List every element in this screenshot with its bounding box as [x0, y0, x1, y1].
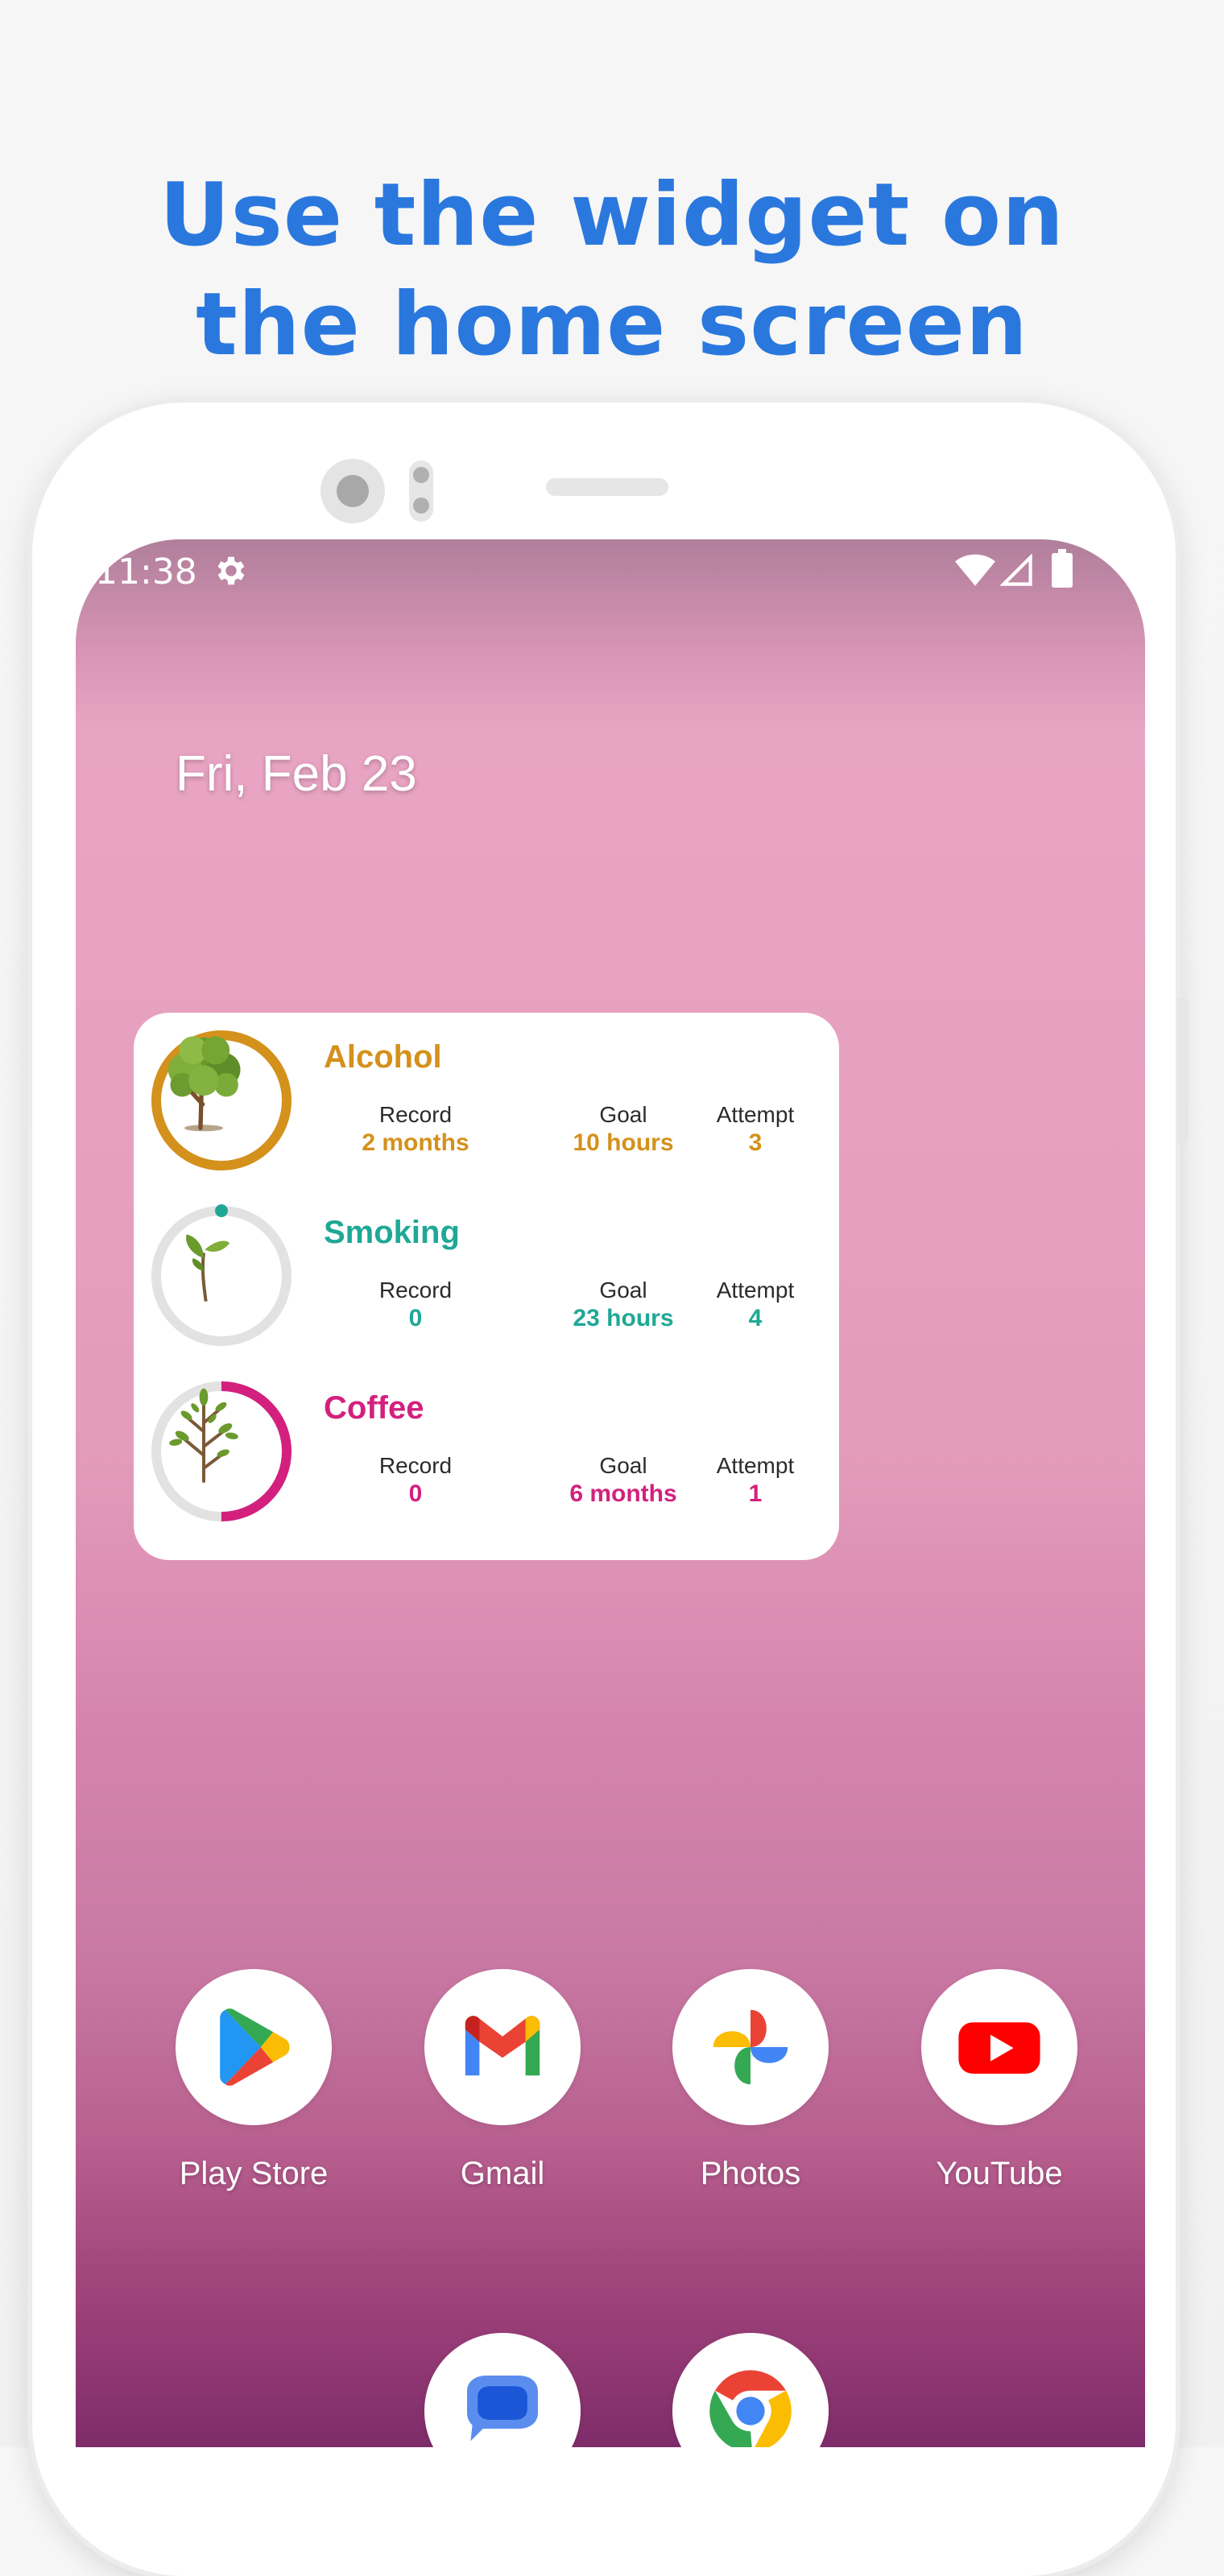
app-photos[interactable]: Photos	[630, 1969, 871, 2193]
app-icon-container[interactable]	[176, 1969, 332, 2125]
record-stat: Record 0	[319, 1277, 512, 1333]
app-icon-container[interactable]	[672, 1969, 829, 2125]
attempt-value: 3	[748, 1129, 763, 1156]
photos-icon	[713, 2009, 788, 2085]
headline-line-1: Use the widget on	[159, 165, 1065, 266]
attempt-stat: Attempt 1	[683, 1452, 828, 1509]
app-label: YouTube	[936, 2156, 1063, 2191]
front-camera	[320, 459, 385, 523]
dock-app-messages[interactable]	[382, 2333, 623, 2447]
home-screen: 11:38 Fri, Feb 23 Alcohol Record 2 month…	[76, 539, 1145, 2447]
sprout-icon	[186, 1234, 230, 1302]
habit-name: Coffee	[324, 1390, 424, 1426]
record-label: Record	[378, 1278, 453, 1302]
attempt-stat: Attempt 4	[683, 1277, 828, 1333]
tree-icon	[167, 1036, 241, 1132]
phone-side-button	[1177, 998, 1189, 1143]
home-date[interactable]: Fri, Feb 23	[176, 745, 417, 803]
attempt-value: 1	[748, 1480, 763, 1507]
battery-icon	[1052, 549, 1073, 588]
dock-app-chrome[interactable]	[630, 2333, 871, 2447]
app-label: Play Store	[179, 2156, 329, 2191]
habit-name: Smoking	[324, 1215, 460, 1250]
attempt-label: Attempt	[716, 1453, 795, 1478]
settings-icon	[217, 556, 245, 585]
habit-row-alcohol[interactable]: Alcohol Record 2 months Goal 10 hours At…	[134, 1013, 839, 1188]
attempt-label: Attempt	[716, 1278, 795, 1302]
headline-line-2: the home screen	[196, 275, 1028, 375]
progress-ring	[150, 1029, 293, 1172]
habit-row-coffee[interactable]: Coffee Record 0 Goal 6 months Attempt 1	[134, 1364, 839, 1539]
proximity-sensor	[409, 460, 433, 522]
habit-name: Alcohol	[324, 1039, 442, 1075]
headline: Use the widget on the home screen	[0, 161, 1224, 380]
status-time: 11:38	[95, 551, 197, 592]
sapling-icon	[169, 1388, 238, 1483]
app-label: Gmail	[460, 2156, 545, 2191]
play-store-icon	[220, 2008, 290, 2086]
record-stat: Record 2 months	[319, 1101, 512, 1158]
wifi-icon	[955, 554, 995, 586]
app-play-store[interactable]: Play Store	[133, 1969, 374, 2193]
app-youtube[interactable]: YouTube	[879, 1969, 1120, 2193]
progress-ring	[150, 1204, 293, 1348]
attempt-stat: Attempt 3	[683, 1101, 828, 1158]
habit-row-smoking[interactable]: Smoking Record 0 Goal 23 hours Attempt 4	[134, 1188, 839, 1364]
attempt-value: 4	[748, 1305, 763, 1331]
app-gmail[interactable]: Gmail	[382, 1969, 623, 2193]
progress-ring	[150, 1380, 293, 1523]
habit-widget[interactable]: Alcohol Record 2 months Goal 10 hours At…	[134, 1013, 839, 1560]
attempt-label: Attempt	[716, 1102, 795, 1127]
chrome-icon	[709, 2370, 792, 2447]
record-value: 2 months	[362, 1129, 469, 1156]
app-icon-container[interactable]	[424, 1969, 581, 2125]
record-value: 0	[408, 1305, 423, 1331]
youtube-icon	[958, 2022, 1040, 2074]
messages-icon	[467, 2376, 538, 2442]
signal-icon	[1000, 554, 1032, 586]
app-icon-container[interactable]	[424, 2333, 581, 2447]
app-icon-container[interactable]	[672, 2333, 829, 2447]
app-icon-container[interactable]	[921, 1969, 1077, 2125]
record-label: Record	[378, 1453, 453, 1478]
earpiece-speaker	[546, 478, 668, 496]
status-bar: 11:38	[76, 539, 1145, 604]
record-value: 0	[408, 1480, 423, 1507]
gmail-icon	[465, 2016, 540, 2076]
record-label: Record	[378, 1102, 453, 1127]
app-label: Photos	[700, 2156, 801, 2191]
record-stat: Record 0	[319, 1452, 512, 1509]
